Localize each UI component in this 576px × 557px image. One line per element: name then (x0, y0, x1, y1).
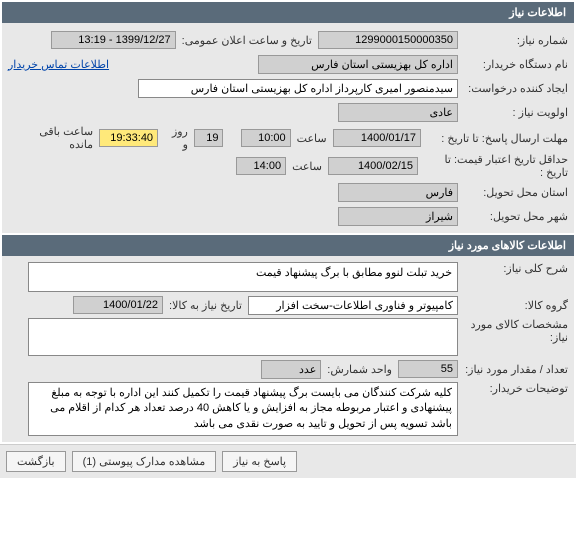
creator-label: ایجاد کننده درخواست: (458, 82, 568, 95)
time-remaining-field: 19:33:40 (99, 129, 158, 147)
time-remaining-label: ساعت باقی مانده (8, 125, 99, 151)
panel2-body: شرح کلی نیاز: خرید تبلت لنوو مطابق با بر… (2, 256, 574, 442)
return-button[interactable]: بازگشت (6, 451, 66, 472)
need-until-label: تاریخ نیاز به کالا: (163, 299, 248, 312)
deadline-time-label: ساعت (291, 132, 333, 145)
panel1-body: شماره نیاز: 1299000150000350 تاریخ و ساع… (2, 23, 574, 233)
public-announce-label: تاریخ و ساعت اعلان عمومی: (176, 34, 318, 47)
category-label: گروه کالا: (458, 299, 568, 312)
public-announce-field: 1399/12/27 - 13:19 (51, 31, 176, 49)
priority-label: اولویت نیاز : (458, 106, 568, 119)
spec-label: مشخصات کالای مورد نیاز: (458, 318, 568, 344)
unit-label: واحد شمارش: (321, 363, 398, 376)
button-bar: پاسخ به نیاز مشاهده مدارک پیوستی (1) باز… (0, 444, 576, 478)
buyer-note-field: کلیه شرکت کنندگان می بایست برگ پیشنهاد ق… (28, 382, 458, 436)
province-field: فارس (338, 183, 458, 202)
city-label: شهر محل تحویل: (458, 210, 568, 223)
unit-field: عدد (261, 360, 321, 379)
contact-link[interactable]: اطلاعات تماس خریدار (8, 58, 109, 71)
province-label: استان محل تحویل: (458, 186, 568, 199)
creator-field: سیدمنصور امیری کارپرداز اداره کل بهزیستی… (138, 79, 458, 98)
qty-label: تعداد / مقدار مورد نیاز: (458, 363, 568, 376)
min-credit-time-field: 14:00 (236, 157, 286, 175)
need-desc-field: خرید تبلت لنوو مطابق با برگ پیشنهاد قیمت (28, 262, 458, 292)
deadline-time-field: 10:00 (241, 129, 290, 147)
need-desc-label: شرح کلی نیاز: (458, 262, 568, 275)
buyer-org-label: نام دستگاه خریدار: (458, 58, 568, 71)
panel2-header: اطلاعات کالاهای مورد نیاز (2, 235, 574, 256)
deadline-label: مهلت ارسال پاسخ: تا تاریخ : (421, 132, 568, 145)
days-remaining-label: روز و (158, 125, 194, 151)
priority-field: عادی (338, 103, 458, 122)
spec-field (28, 318, 458, 356)
min-credit-label: حداقل تاریخ اعتبار قیمت: تا تاریخ : (418, 153, 568, 179)
city-field: شیراز (338, 207, 458, 226)
buyer-note-label: توضیحات خریدار: (458, 382, 568, 395)
attachments-button[interactable]: مشاهده مدارک پیوستی (1) (72, 451, 217, 472)
need-number-label: شماره نیاز: (458, 34, 568, 47)
deadline-date-field: 1400/01/17 (333, 129, 421, 147)
need-number-field: 1299000150000350 (318, 31, 458, 49)
min-credit-date-field: 1400/02/15 (328, 157, 418, 175)
buyer-org-field: اداره کل بهزیستی استان فارس (258, 55, 458, 74)
need-until-field: 1400/01/22 (73, 296, 163, 314)
reply-button[interactable]: پاسخ به نیاز (222, 451, 297, 472)
qty-field: 55 (398, 360, 458, 378)
days-remaining-field: 19 (194, 129, 224, 147)
min-credit-time-label: ساعت (286, 160, 328, 173)
category-field: کامپیوتر و فناوری اطلاعات-سخت افزار (248, 296, 458, 315)
panel1-header: اطلاعات نیاز (2, 2, 574, 23)
